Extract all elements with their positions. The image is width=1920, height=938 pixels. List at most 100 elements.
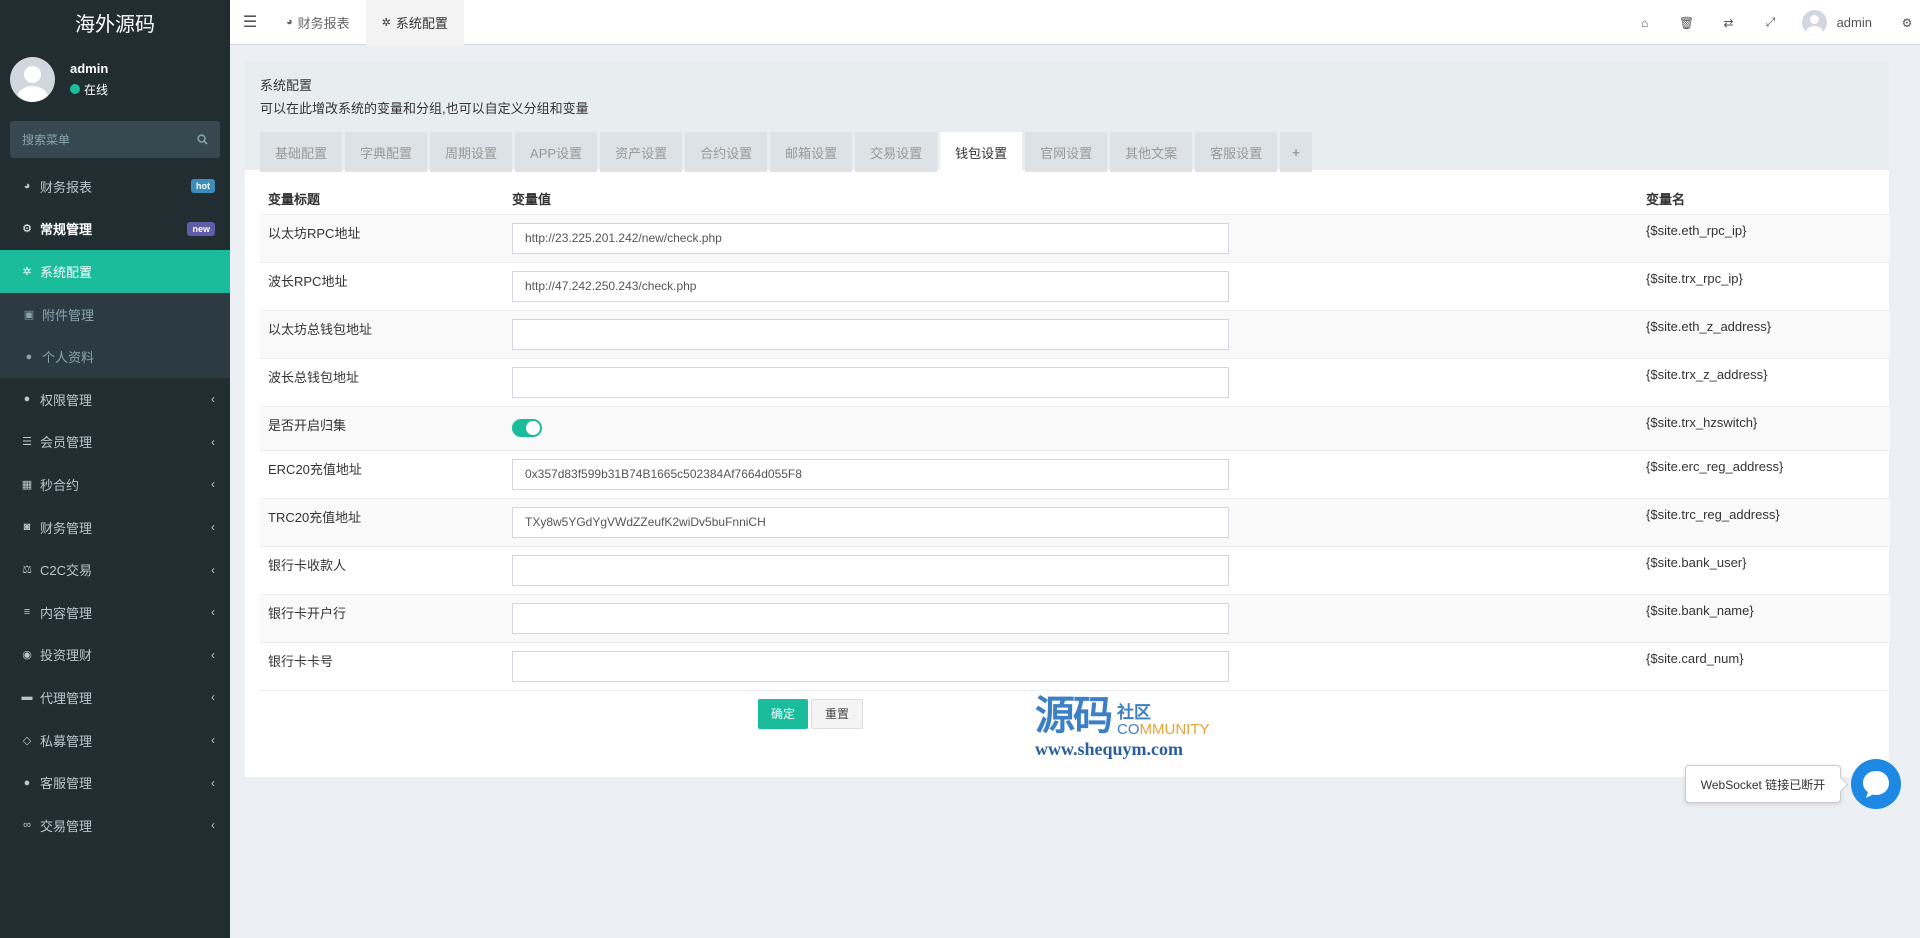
watermark-cn: 社区 — [1117, 703, 1151, 722]
row-variable-name: {$site.bank_user} — [1638, 546, 1890, 595]
table-row: 波长总钱包地址 {$site.trx_z_address} — [260, 358, 1890, 407]
avatar — [10, 56, 55, 102]
row-title: 银行卡卡号 — [260, 642, 504, 691]
row-title: TRC20充值地址 — [260, 498, 504, 547]
sidebar-item-members[interactable]: ☰ 会员管理 ‹ — [0, 421, 230, 464]
sidebar-item-label: 附件管理 — [42, 307, 95, 323]
collect-toggle[interactable] — [512, 418, 542, 437]
sidebar-item-finance-report[interactable]: ◕ 财务报表 hot — [0, 165, 230, 208]
bank-name-input[interactable] — [512, 602, 1229, 634]
brand-logo[interactable]: 海外源码 — [0, 0, 230, 45]
submit-button[interactable]: 确定 — [758, 698, 809, 729]
table-row: ERC20充值地址 0x357d83f599b31B74B1665c502384… — [260, 450, 1890, 499]
sidebar-item-label: C2C交易 — [40, 563, 93, 579]
bank-user-input[interactable] — [512, 554, 1229, 586]
chat-bubble-button[interactable] — [1851, 759, 1901, 809]
sidebar-menu: ◕ 财务报表 hot ⚙ 常规管理 new ✲ 系统配置 ▣ 附件管理 ● 个人… — [0, 165, 230, 847]
chevron-left-icon: ‹ — [211, 647, 215, 662]
sidebar-item-private-placement[interactable]: ◇ 私募管理 ‹ — [0, 719, 230, 762]
sidebar-item-investment[interactable]: ◉ 投资理财 ‹ — [0, 634, 230, 677]
search-input[interactable]: 搜索菜单 — [10, 121, 220, 158]
watermark-en: COMMUNITY — [1117, 722, 1210, 738]
sidebar-item-customer-service[interactable]: ● 客服管理 ‹ — [0, 761, 230, 804]
tab-email[interactable]: 邮箱设置 — [770, 132, 853, 172]
chevron-left-icon: ‹ — [211, 434, 215, 449]
eth-rpc-input[interactable]: http://23.225.201.242/new/check.php — [512, 222, 1229, 254]
hot-badge: hot — [191, 179, 215, 194]
tab-period[interactable]: 周期设置 — [430, 132, 513, 172]
sidebar-item-c2c[interactable]: ⚖ C2C交易 ‹ — [0, 548, 230, 591]
sidebar-item-label: 个人资料 — [42, 350, 95, 366]
chevron-left-icon: ‹ — [211, 392, 215, 407]
watermark-logo: 源码 社区 COMMUNITY www.shequym.com — [1035, 694, 1235, 760]
table-row: 银行卡卡号 {$site.card_num} — [260, 642, 1890, 691]
trx-rpc-input[interactable]: http://47.242.250.243/check.php — [512, 270, 1229, 302]
sidebar-item-agents[interactable]: ▬ 代理管理 ‹ — [0, 676, 230, 719]
tab-finance-report[interactable]: ◕ 财务报表 — [270, 0, 366, 45]
row-variable-name: {$site.eth_z_address} — [1638, 310, 1890, 359]
row-title: 银行卡收款人 — [260, 546, 504, 595]
trash-icon[interactable]: 🗑 — [1666, 16, 1708, 30]
dashboard-icon: ◕ — [286, 16, 293, 28]
watermark-en-a: CO — [1117, 721, 1140, 738]
chevron-left-icon: ‹ — [211, 733, 215, 748]
tab-wallet[interactable]: 钱包设置 — [940, 132, 1023, 172]
search-icon[interactable] — [197, 134, 208, 145]
tab-customer-service[interactable]: 客服设置 — [1195, 132, 1278, 172]
eth-wallet-input[interactable] — [512, 318, 1229, 350]
sidebar-item-general[interactable]: ⚙ 常规管理 new — [0, 208, 230, 251]
sidebar-item-system-config[interactable]: ✲ 系统配置 — [0, 250, 230, 293]
sidebar-item-permissions[interactable]: ● 权限管理 ‹ — [0, 378, 230, 421]
sidebar-item-attachments[interactable]: ▣ 附件管理 — [0, 292, 230, 336]
sidebar-item-second-contract[interactable]: ▦ 秒合约 ‹ — [0, 463, 230, 506]
cogs-icon[interactable]: ⚙ — [1894, 16, 1920, 30]
row-variable-name: {$site.trc_reg_address} — [1638, 498, 1890, 547]
sidebar-item-profile[interactable]: ● 个人资料 — [0, 335, 230, 378]
sidebar-item-label: 秒合约 — [40, 477, 80, 493]
fullscreen-icon[interactable]: ⤢ — [1750, 15, 1792, 30]
config-panel: 系统配置 可以在此增改系统的变量和分组,也可以自定义分组和变量 基础配置 字典配… — [245, 61, 1890, 777]
top-navbar: ☰ ◕ 财务报表 ✲ 系统配置 ⌂ 🗑 ⇄ ⤢ admin ⚙ — [230, 0, 1920, 45]
menu-toggle-icon[interactable]: ☰ — [230, 0, 270, 45]
compass-icon: ◉ — [22, 649, 32, 662]
gear-icon: ✲ — [381, 16, 391, 29]
home-icon[interactable]: ⌂ — [1624, 16, 1666, 30]
column-header-name: 变量名 — [1638, 184, 1890, 215]
sidebar-item-label: 私募管理 — [40, 733, 93, 749]
row-variable-name: {$site.card_num} — [1638, 642, 1890, 691]
chevron-left-icon: ‹ — [211, 477, 215, 492]
user-status: 在线 — [70, 81, 108, 98]
new-badge: new — [187, 221, 215, 236]
user-icon: ● — [25, 350, 33, 363]
reset-button[interactable]: 重置 — [811, 698, 864, 729]
erc20-address-input[interactable]: 0x357d83f599b31B74B1665c502384Af7664d055… — [512, 458, 1229, 490]
trx-wallet-input[interactable] — [512, 366, 1229, 398]
tab-assets[interactable]: 资产设置 — [600, 132, 683, 172]
card-number-input[interactable] — [512, 650, 1229, 682]
tab-label: 财务报表 — [297, 15, 350, 31]
sidebar-item-trading[interactable]: ∞ 交易管理 ‹ — [0, 804, 230, 847]
tab-other-text[interactable]: 其他文案 — [1110, 132, 1193, 172]
language-icon[interactable]: ⇄ — [1708, 16, 1750, 30]
sidebar-item-label: 系统配置 — [40, 264, 93, 280]
config-tabs: 基础配置 字典配置 周期设置 APP设置 资产设置 合约设置 邮箱设置 交易设置… — [260, 132, 1874, 172]
tab-trade[interactable]: 交易设置 — [855, 132, 938, 172]
tab-dictionary[interactable]: 字典配置 — [345, 132, 428, 172]
row-variable-name: {$site.trx_z_address} — [1638, 358, 1890, 407]
trc20-address-input[interactable]: TXy8w5YGdYgVWdZZeufK2wiDv5buFnniCH — [512, 506, 1229, 538]
tab-app[interactable]: APP设置 — [515, 132, 598, 172]
add-tab-button[interactable]: + — [1280, 132, 1312, 172]
tab-website[interactable]: 官网设置 — [1025, 132, 1108, 172]
sidebar-item-content[interactable]: ≡ 内容管理 ‹ — [0, 591, 230, 634]
tab-system-config[interactable]: ✲ 系统配置 — [365, 0, 464, 45]
tab-basic[interactable]: 基础配置 — [260, 132, 343, 172]
sidebar-item-finance[interactable]: ◙ 财务管理 ‹ — [0, 506, 230, 549]
tab-contract[interactable]: 合约设置 — [685, 132, 768, 172]
user-menu[interactable]: admin — [1792, 10, 1894, 35]
sidebar-item-label: 常规管理 — [40, 222, 93, 238]
chevron-left-icon: ‹ — [211, 520, 215, 535]
websocket-tooltip: WebSocket 链接已断开 — [1685, 765, 1841, 803]
sidebar-item-label: 财务管理 — [40, 520, 93, 536]
cogs-icon: ⚙ — [22, 223, 32, 236]
tab-label: 系统配置 — [395, 15, 448, 31]
